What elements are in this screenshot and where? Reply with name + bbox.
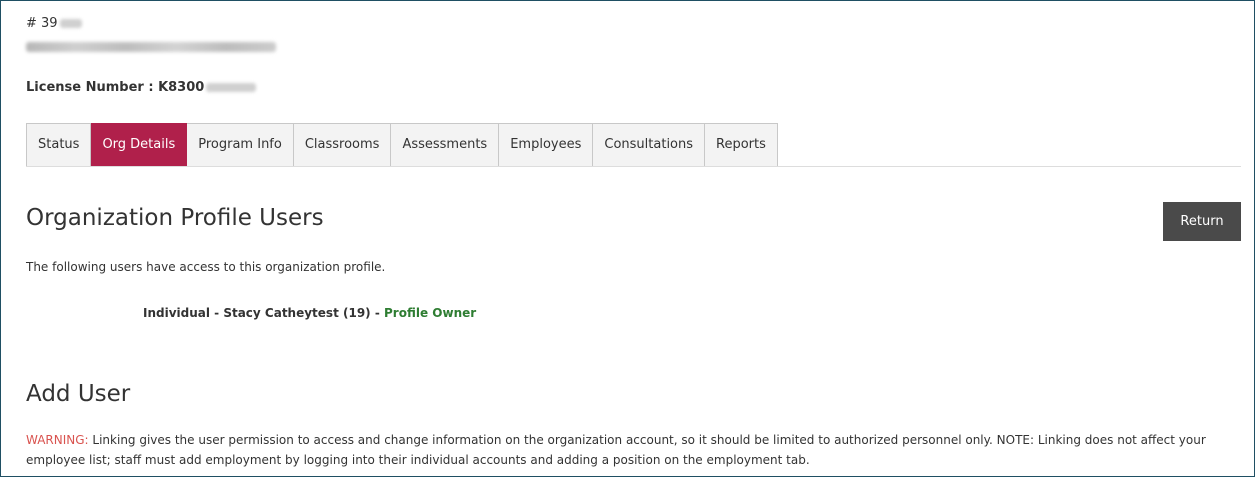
tab-reports[interactable]: Reports — [705, 123, 778, 167]
tab-consultations[interactable]: Consultations — [593, 123, 706, 167]
add-user-title: Add User — [26, 381, 131, 407]
license-number-text: License Number : K8300 — [26, 80, 205, 95]
tab-status[interactable]: Status — [26, 123, 92, 167]
warning-label: WARNING: — [26, 433, 89, 447]
profile-users-intro: The following users have access to this … — [26, 260, 386, 274]
tab-bar: Status Org Details Program Info Classroo… — [26, 123, 778, 167]
add-user-warning: WARNING: Linking gives the user permissi… — [26, 430, 1241, 470]
record-id: # 39 — [26, 16, 82, 31]
record-id-text: # 39 — [26, 16, 58, 31]
tab-employees[interactable]: Employees — [499, 123, 594, 167]
profile-user-role: Profile Owner — [384, 306, 477, 320]
tab-assessments[interactable]: Assessments — [391, 123, 500, 167]
redacted-license-number — [206, 83, 257, 92]
redacted-record-id — [59, 19, 82, 28]
tab-program-info[interactable]: Program Info — [187, 123, 294, 167]
warning-body: Linking gives the user permission to acc… — [26, 433, 1206, 467]
tab-org-details[interactable]: Org Details — [91, 123, 188, 167]
profile-user-name: Individual - Stacy Catheytest (19) - — [143, 306, 384, 320]
tab-classrooms[interactable]: Classrooms — [293, 123, 392, 167]
tab-divider — [26, 166, 1241, 167]
organization-name — [26, 37, 276, 52]
page-title: Organization Profile Users — [26, 205, 324, 231]
page-frame: # 39 License Number : K8300 Status Org D… — [0, 0, 1255, 477]
redacted-organization-name — [26, 42, 276, 52]
license-number: License Number : K8300 — [26, 80, 257, 95]
return-button[interactable]: Return — [1163, 202, 1241, 241]
profile-user-entry: Individual - Stacy Catheytest (19) - Pro… — [143, 306, 476, 320]
